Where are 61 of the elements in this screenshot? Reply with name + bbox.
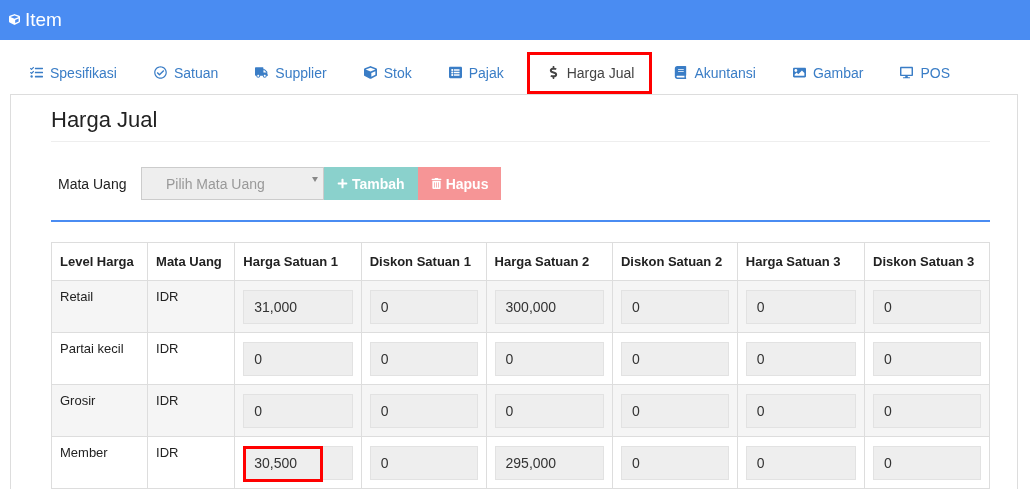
column-header: Harga Satuan 1 [234, 242, 362, 281]
tab[interactable]: Gambar [778, 51, 878, 94]
table-cell: IDR [147, 384, 235, 437]
price-input[interactable]: 0 [494, 342, 604, 376]
cube-icon [9, 14, 20, 26]
price-input[interactable]: 0 [745, 446, 857, 480]
column-header: Harga Satuan 2 [486, 242, 613, 281]
tab[interactable]: Supplier [241, 51, 341, 94]
column-header: Diskon Satuan 2 [612, 242, 738, 281]
column-header: Mata Uang [147, 242, 235, 281]
price-input[interactable]: 0 [873, 394, 981, 428]
column-header: Harga Satuan 3 [737, 242, 865, 281]
column-header: Diskon Satuan 3 [864, 242, 990, 281]
price-input[interactable]: 0 [369, 342, 478, 376]
price-input[interactable]: 0 [369, 446, 478, 480]
monitor-icon [900, 66, 914, 80]
table-cell: Member [51, 436, 148, 489]
image-icon [792, 66, 806, 80]
tab[interactable]: Pajak [434, 51, 518, 94]
table-cell: Retail [51, 280, 148, 333]
price-input[interactable]: 0 [745, 342, 857, 376]
truck-icon [255, 66, 269, 80]
table-cell: Partai kecil [51, 332, 148, 385]
price-input[interactable]: 31,000 [243, 290, 353, 324]
price-input[interactable]: 295,000 [494, 446, 604, 480]
table-cell: IDR [147, 332, 235, 385]
price-input[interactable]: 0 [873, 342, 981, 376]
price-input[interactable]: 0 [873, 446, 981, 480]
tab[interactable]: Stok [349, 51, 426, 94]
table-cell: IDR [147, 436, 235, 489]
section-title: Harga Jual [51, 107, 990, 142]
list-icon [30, 66, 43, 80]
field-label: Mata Uang [58, 175, 128, 192]
price-input[interactable]: 0 [621, 446, 729, 480]
price-input[interactable]: 0 [621, 394, 729, 428]
tab[interactable]: Spesifikasi [16, 51, 131, 94]
price-input[interactable]: 0 [494, 394, 604, 428]
price-input[interactable]: 0 [369, 290, 478, 324]
price-input[interactable]: 0 [745, 290, 857, 324]
price-input[interactable]: 0 [243, 342, 353, 376]
column-header: Level Harga [51, 242, 148, 281]
price-input[interactable]: 0 [369, 394, 478, 428]
page-title: Item [25, 8, 62, 31]
price-input[interactable]: 0 [745, 394, 857, 428]
cube-icon [363, 66, 377, 80]
table-cell: Grosir [51, 384, 148, 437]
price-input[interactable]: 0 [621, 342, 729, 376]
column-header: Diskon Satuan 1 [361, 242, 487, 281]
plus-icon [337, 178, 348, 189]
price-input[interactable]: 0 [621, 290, 729, 324]
trash-icon [430, 178, 442, 189]
tab[interactable]: Harga Jual [526, 51, 653, 94]
book-icon [674, 66, 688, 80]
tab[interactable]: POS [886, 51, 965, 94]
price-input[interactable]: 300,000 [494, 290, 604, 324]
price-input[interactable]: 0 [873, 290, 981, 324]
table-icon [448, 66, 462, 80]
tab[interactable]: Satuan [139, 51, 233, 94]
price-input[interactable]: 0 [243, 394, 353, 428]
tab[interactable]: Akuntansi [660, 51, 770, 94]
table-cell: IDR [147, 280, 235, 333]
